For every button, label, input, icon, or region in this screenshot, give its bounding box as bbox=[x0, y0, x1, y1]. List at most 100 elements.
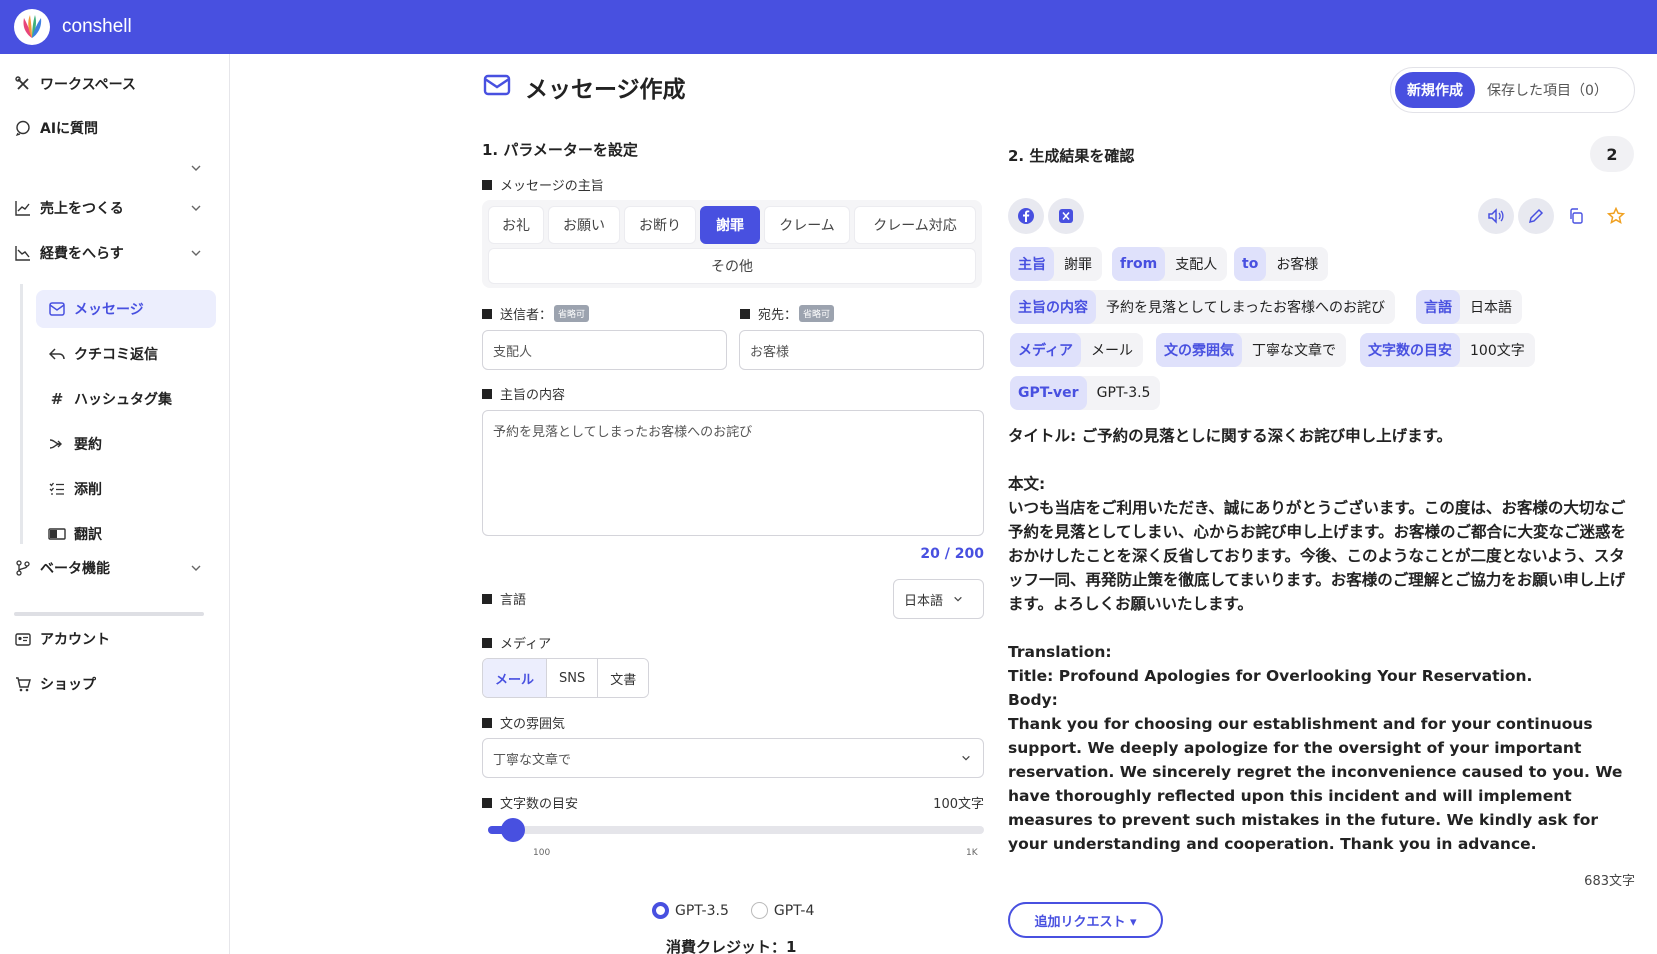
purpose-option[interactable]: お礼 bbox=[488, 206, 544, 244]
param-chip: 文字数の目安 100文字 bbox=[1360, 333, 1535, 367]
length-label-text: 文字数の目安 bbox=[500, 797, 579, 812]
length-label: 文字数の目安 bbox=[482, 793, 578, 812]
speaker-button[interactable] bbox=[1478, 198, 1514, 234]
chevron-down-icon[interactable] bbox=[190, 202, 202, 214]
length-slider-track[interactable] bbox=[488, 826, 984, 834]
radio-gpt4-label: GPT-4 bbox=[773, 902, 815, 919]
radio-gpt4[interactable] bbox=[750, 902, 768, 919]
chip-key: 文字数の目安 bbox=[1360, 333, 1460, 367]
sidebar-item-beta[interactable]: ベータ機能 bbox=[14, 554, 110, 582]
param-chip: 文の雰囲気 丁寧な文章で bbox=[1156, 333, 1346, 367]
param-chip: 言語 日本語 bbox=[1416, 290, 1522, 324]
sidebar-item-hashtags[interactable]: # ハッシュタグ集 bbox=[36, 380, 216, 418]
chevron-down-icon[interactable] bbox=[190, 162, 202, 174]
favorite-button[interactable] bbox=[1598, 198, 1634, 234]
x-icon bbox=[1059, 209, 1073, 223]
merge-arrow-icon bbox=[48, 435, 66, 453]
media-option-selected[interactable]: メール bbox=[483, 659, 548, 697]
chevron-down-icon bbox=[954, 596, 962, 602]
checklist-icon bbox=[48, 480, 66, 498]
sidebar-item-shop[interactable]: ショップ bbox=[14, 670, 96, 698]
sidebar-item-message[interactable]: メッセージ bbox=[36, 290, 216, 328]
sidebar-item-workspace[interactable]: ワークスペース bbox=[14, 70, 136, 98]
media-option[interactable]: SNS bbox=[547, 659, 599, 697]
purpose-option[interactable]: お願い bbox=[548, 206, 620, 244]
submenu-line bbox=[20, 284, 23, 544]
sidebar-item-account[interactable]: アカウント bbox=[14, 625, 110, 653]
chip-value: GPT-3.5 bbox=[1096, 385, 1151, 401]
credit-cost: 消費クレジット：1 bbox=[666, 938, 797, 954]
param-chip: GPT-ver GPT-3.5 bbox=[1010, 376, 1161, 410]
chevron-down-icon[interactable] bbox=[190, 562, 202, 574]
language-select-value: 日本語 bbox=[904, 593, 944, 609]
chip-key: from bbox=[1112, 247, 1166, 281]
bullet-square bbox=[482, 593, 492, 604]
copy-button[interactable] bbox=[1558, 198, 1594, 234]
page-title: メッセージ作成 bbox=[483, 70, 686, 104]
sidebar-item-label: 売上をつくる bbox=[40, 201, 124, 217]
x-share-button[interactable] bbox=[1048, 198, 1084, 234]
purpose-option-selected[interactable]: 謝罪 bbox=[700, 206, 760, 244]
mail-icon bbox=[483, 73, 511, 101]
mail-icon bbox=[48, 300, 66, 318]
media-label-text: メディア bbox=[500, 637, 552, 652]
tab-saved[interactable]: 保存した項目（0） bbox=[1475, 72, 1620, 108]
media-option[interactable]: 文書 bbox=[598, 659, 649, 697]
media-selector: メール SNS 文書 bbox=[482, 658, 650, 698]
param-chip: メディア メール bbox=[1010, 333, 1144, 367]
bullet-square bbox=[482, 637, 492, 648]
sender-input[interactable]: 支配人 bbox=[482, 330, 727, 370]
recipient-input[interactable]: お客様 bbox=[739, 330, 984, 370]
language-label: 言語 bbox=[482, 589, 526, 608]
edit-button[interactable] bbox=[1518, 198, 1554, 234]
brand-logo[interactable] bbox=[14, 9, 50, 45]
tab-new[interactable]: 新規作成 bbox=[1395, 72, 1475, 108]
purpose-option[interactable]: その他 bbox=[488, 248, 976, 284]
sidebar-item-label: メッセージ bbox=[74, 302, 144, 318]
facebook-share-button[interactable] bbox=[1008, 198, 1044, 234]
chart-up-icon bbox=[14, 199, 32, 217]
sidebar-item-label: クチコミ返信 bbox=[74, 347, 158, 363]
chevron-down-icon[interactable] bbox=[190, 247, 202, 259]
sidebar-item-label: ショップ bbox=[40, 677, 96, 693]
page-title-text: メッセージ作成 bbox=[525, 77, 686, 103]
chip-key: GPT-ver bbox=[1010, 376, 1087, 410]
character-counter: 20 / 200 bbox=[920, 546, 984, 562]
sidebar-item-review-reply[interactable]: クチコミ返信 bbox=[36, 335, 216, 373]
copy-icon bbox=[1570, 208, 1583, 224]
sidebar-item-cost[interactable]: 経費をへらす bbox=[14, 239, 124, 267]
purpose-option[interactable]: お断り bbox=[624, 206, 696, 244]
purpose-selector: お礼 お願い お断り 謝罪 クレーム クレーム対応 その他 bbox=[482, 200, 982, 288]
sidebar-item-ask-ai[interactable]: AIに質問 bbox=[14, 114, 98, 142]
param-chip: 主旨の内容 予約を見落としてしまったお客様へのお詫び bbox=[1010, 290, 1396, 324]
sidebar-item-sales[interactable]: 売上をつくる bbox=[14, 194, 124, 222]
additional-request-button[interactable]: 追加リクエスト ▾ bbox=[1008, 902, 1163, 938]
chat-icon bbox=[14, 119, 32, 137]
sidebar: ワークスペース AIに質問 売上をつくる 経費をへらす メッセージ クチコミ返信… bbox=[0, 54, 230, 954]
content-textarea[interactable]: 予約を見落としてしまったお客様へのお詫び bbox=[482, 410, 984, 536]
sidebar-item-summary[interactable]: 要約 bbox=[36, 425, 216, 463]
optional-badge: 省略可 bbox=[554, 305, 590, 322]
length-slider-thumb[interactable] bbox=[500, 818, 525, 842]
sidebar-item-translate[interactable]: 翻訳 bbox=[36, 515, 216, 553]
recipient-label: 宛先： 省略可 bbox=[740, 304, 835, 323]
tone-select[interactable]: 丁寧な文章で bbox=[482, 738, 984, 778]
speaker-icon bbox=[1488, 208, 1504, 224]
bullet-square bbox=[482, 179, 492, 190]
purpose-option[interactable]: クレーム対応 bbox=[854, 206, 976, 244]
chevron-down-icon bbox=[962, 755, 970, 761]
language-select[interactable]: 日本語 bbox=[893, 579, 984, 619]
param-chip: 主旨 謝罪 bbox=[1010, 247, 1102, 281]
chip-value: 謝罪 bbox=[1064, 257, 1092, 273]
brand-name: conshell bbox=[62, 16, 132, 37]
sidebar-item-label: 翻訳 bbox=[74, 527, 102, 543]
generated-message[interactable]: タイトル: ご予約の見落としに関する深くお詫び申し上げます。 本文: いつも当店… bbox=[1008, 424, 1638, 856]
bullet-square bbox=[482, 717, 492, 728]
chip-key: 文の雰囲気 bbox=[1156, 333, 1242, 367]
chip-value: 100文字 bbox=[1470, 343, 1525, 359]
content-label: 主旨の内容 bbox=[482, 384, 565, 403]
radio-gpt35[interactable] bbox=[652, 902, 669, 919]
reply-icon bbox=[48, 345, 66, 363]
purpose-option[interactable]: クレーム bbox=[764, 206, 850, 244]
sidebar-item-correction[interactable]: 添削 bbox=[36, 470, 216, 508]
